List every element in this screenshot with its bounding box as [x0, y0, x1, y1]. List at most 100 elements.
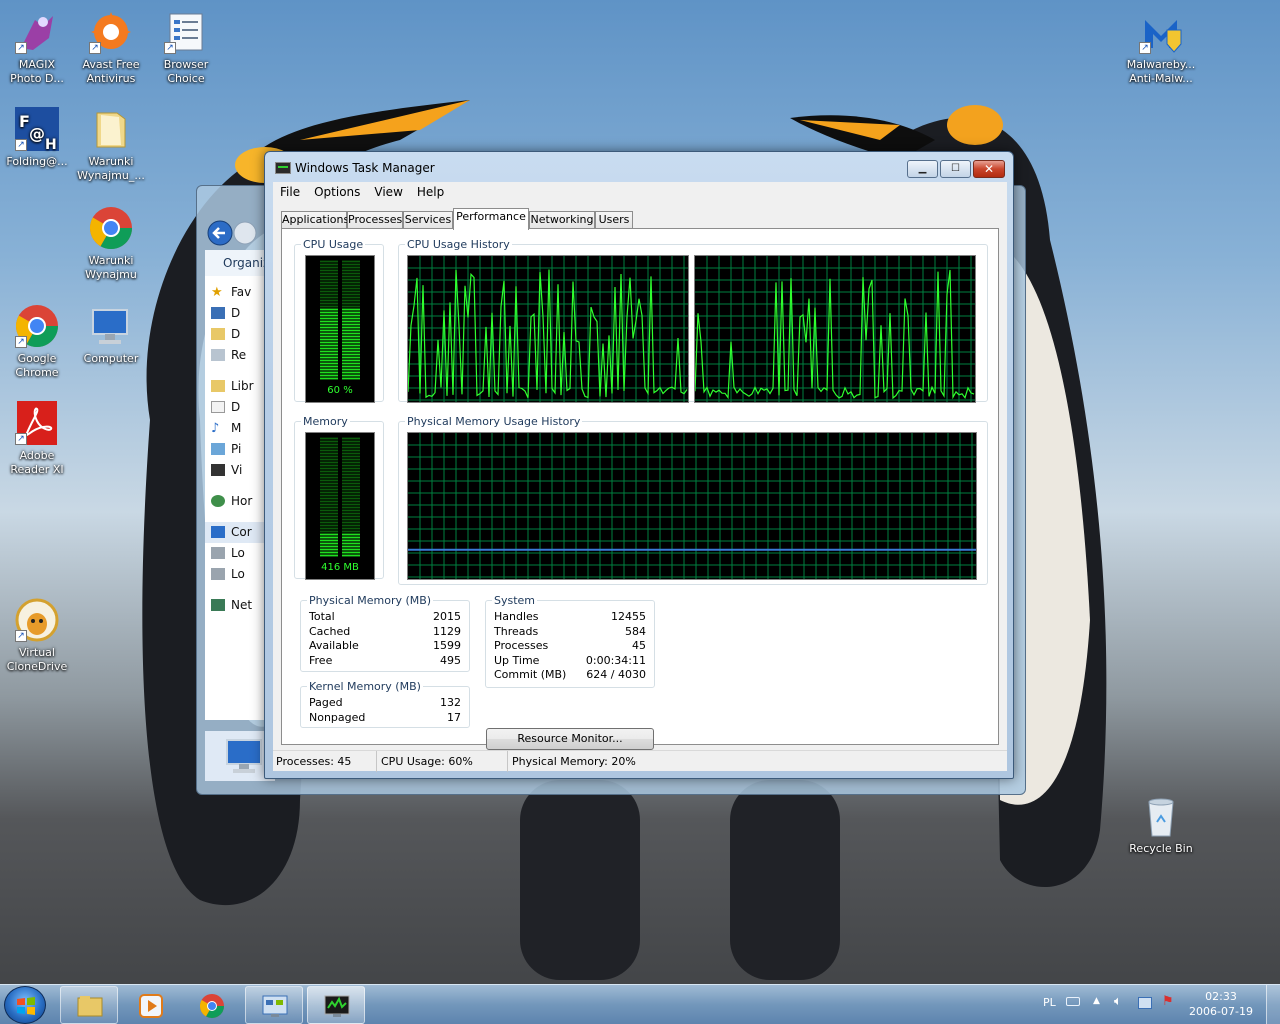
desktop-icon-label: Anti-Malw... — [1129, 72, 1193, 85]
network-icon[interactable] — [1138, 997, 1152, 1009]
shortcut-arrow-icon: ↗ — [15, 336, 27, 348]
meter-segment — [320, 299, 338, 302]
title-bar[interactable]: Windows Task Manager ▁ ☐ ✕ — [265, 152, 1013, 182]
task-manager-window[interactable]: Windows Task Manager ▁ ☐ ✕ File Options Vi… — [264, 151, 1014, 779]
menu-view[interactable]: View — [367, 182, 409, 202]
status-physical-memory: Physical Memory: 20% — [512, 755, 636, 768]
status-bar: Processes: 45 CPU Usage: 60% Physical Me… — [273, 750, 1007, 772]
meter-segment — [342, 521, 360, 524]
stat-value: 1129 — [433, 624, 461, 638]
minimize-button[interactable]: ▁ — [907, 160, 938, 178]
clonedrive-sheep-icon: ↗ — [13, 596, 61, 644]
stat-key: Nonpaged — [309, 710, 366, 724]
meter-segment — [320, 533, 338, 536]
action-center-icon[interactable]: ⚑ — [1162, 994, 1174, 1012]
meter-segment — [342, 446, 360, 449]
taskbar-explorer-button[interactable] — [60, 986, 118, 1024]
meter-segment — [320, 482, 338, 485]
meter-segment — [320, 293, 338, 296]
meter-segment — [342, 449, 360, 452]
tab-services[interactable]: Services — [403, 211, 453, 229]
resource-monitor-button[interactable]: Resource Monitor... — [486, 728, 654, 750]
meter-segment — [320, 485, 338, 488]
desktop-icon-warunki-folder[interactable]: Warunki Wynajmu_... — [74, 105, 148, 183]
desktop-icon-warunki-chrome[interactable]: Warunki Wynajmu — [74, 204, 148, 282]
cpu-usage-group: CPU Usage 60 % — [294, 238, 384, 403]
show-hidden-icons-icon[interactable]: ▲ — [1093, 996, 1100, 1012]
desktop-icon-malwarebytes[interactable]: ↗ Malwareby... Anti-Malw... — [1124, 8, 1198, 86]
desktop-icon-label: CloneDrive — [6, 660, 68, 673]
memory-history-label: Physical Memory Usage History — [405, 415, 583, 428]
taskbar-control-panel-button[interactable] — [245, 986, 303, 1024]
stat-value: 12455 — [611, 610, 646, 623]
tab-processes[interactable]: Processes — [347, 211, 403, 229]
meter-segment — [342, 497, 360, 500]
computer-icon — [226, 739, 262, 773]
menu-help[interactable]: Help — [410, 182, 451, 202]
meter-segment — [342, 554, 360, 557]
meter-segment — [342, 359, 360, 362]
tab-users[interactable]: Users — [595, 211, 633, 229]
desktop-icon-folding[interactable]: F @ H ↗ Folding@... — [0, 105, 74, 169]
desktop-icon-virtual-clonedrive[interactable]: ↗ Virtual CloneDrive — [0, 596, 74, 674]
chrome-icon: ↗ — [13, 302, 61, 350]
documents-icon — [211, 401, 225, 413]
desktop-icon-label: Folding@... — [6, 155, 68, 168]
show-desktop-button[interactable] — [1266, 985, 1280, 1024]
meter-segment — [342, 533, 360, 536]
tab-applications[interactable]: Applications — [281, 211, 349, 229]
tab-networking[interactable]: Networking — [529, 211, 595, 229]
maximize-button[interactable]: ☐ — [940, 160, 971, 178]
language-indicator[interactable]: PL — [1043, 996, 1056, 1012]
stat-key: Total — [309, 610, 335, 623]
taskbar-task-manager-button[interactable] — [307, 986, 365, 1024]
media-player-icon — [139, 994, 163, 1018]
meter-segment — [342, 518, 360, 521]
meter-segment — [320, 353, 338, 356]
meter-segment — [320, 368, 338, 371]
volume-icon[interactable]: 🔈︎ — [1114, 994, 1122, 1012]
desktop-icon-adobe-reader[interactable]: ↗ Adobe Reader XI — [0, 399, 74, 477]
meter-segment — [342, 308, 360, 311]
desktop-icon-label: Reader XI — [10, 463, 64, 476]
adobe-reader-icon: ↗ — [13, 399, 61, 447]
close-button[interactable]: ✕ — [973, 160, 1005, 178]
meter-segment — [342, 290, 360, 293]
meter-segment — [320, 320, 338, 323]
meter-segment — [342, 509, 360, 512]
meter-segment — [320, 371, 338, 374]
svg-text:H: H — [45, 137, 57, 153]
meter-segment — [320, 446, 338, 449]
local-disk-icon — [211, 568, 225, 580]
stat-value: 45 — [632, 639, 646, 652]
taskbar-chrome-button[interactable] — [182, 986, 240, 1024]
start-button[interactable] — [4, 986, 46, 1024]
meter-segment — [342, 260, 360, 263]
desktop-icon-recycle-bin[interactable]: Recycle Bin — [1124, 792, 1198, 856]
meter-segment — [342, 371, 360, 374]
meter-segment — [342, 344, 360, 347]
meter-segment — [342, 347, 360, 350]
keyboard-icon[interactable] — [1066, 997, 1080, 1006]
local-disk-icon — [211, 547, 225, 559]
stat-key: Commit (MB) — [494, 668, 567, 681]
desktop-icon-label: Browser — [163, 58, 209, 71]
taskbar-media-player-button[interactable] — [121, 986, 179, 1024]
clock[interactable]: 02:33 2006-07-19 — [1186, 989, 1256, 1019]
meter-segment — [320, 464, 338, 467]
menu-file[interactable]: File — [273, 182, 307, 202]
memory-group: Memory 416 MB — [294, 415, 384, 580]
desktop-icon-magix[interactable]: ↗ MAGIX Photo D... — [0, 8, 74, 86]
meter-segment — [320, 554, 338, 557]
physical-memory-table: Total 2015 Cached 1129 Available 1599 Free 4… — [309, 610, 461, 668]
desktop-icon-browser-choice[interactable]: ↗ Browser Choice — [149, 8, 223, 86]
desktop-icon-google-chrome[interactable]: ↗ Google Chrome — [0, 302, 74, 380]
tab-performance[interactable]: Performance — [453, 208, 529, 230]
meter-segment — [342, 377, 360, 380]
desktop-icon-label: Virtual — [19, 646, 55, 659]
menu-options[interactable]: Options — [307, 182, 367, 202]
desktop-icon-avast[interactable]: ↗ Avast Free Antivirus — [74, 8, 148, 86]
meter-segment — [320, 500, 338, 503]
desktop-icon-computer[interactable]: Computer — [74, 302, 148, 366]
desktop-icon-label: Malwareby... — [1126, 58, 1196, 71]
